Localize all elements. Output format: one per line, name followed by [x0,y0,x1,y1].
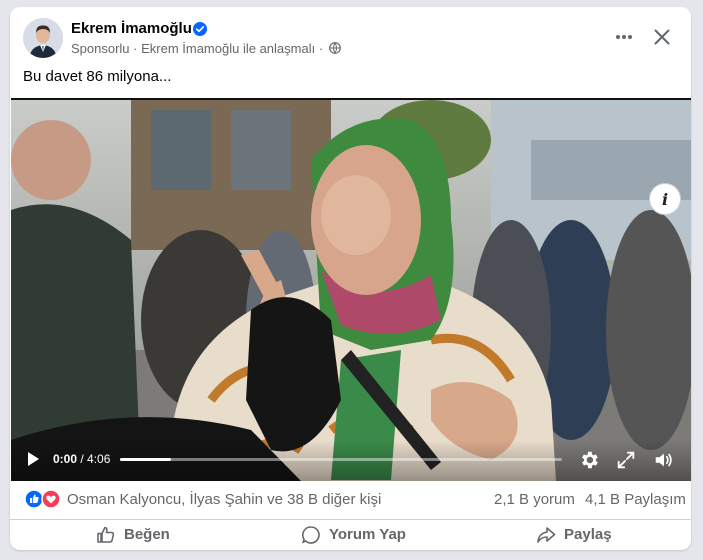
reaction-icons[interactable] [24,489,64,509]
play-icon[interactable] [24,450,42,468]
time-display: 0:00 / 4:06 [53,452,110,466]
like-label: Beğen [124,526,170,543]
share-label: Paylaş [564,526,612,543]
post-text: Bu davet 86 milyona... [23,68,172,85]
thumbs-up-icon [97,526,115,543]
info-button[interactable]: i [649,183,681,215]
love-reaction-icon [41,489,61,509]
globe-icon [328,42,341,54]
share-icon [537,526,556,543]
progress-fill [120,458,171,461]
more-options-button[interactable] [610,25,638,49]
shares-count[interactable]: 4,1 B Paylaşım [585,491,686,508]
sponsor-text: Sponsorlu · Ekrem İmamoğlu ile anlaşmalı… [71,41,324,56]
close-button[interactable] [648,23,676,51]
comments-count[interactable]: 2,1 B yorum [494,491,575,508]
video-player[interactable]: i 0:00 / 4:06 [11,98,691,481]
video-frame [11,100,691,481]
post-meta: Sponsorlu · Ekrem İmamoğlu ile anlaşmalı… [71,41,341,56]
avatar-image [23,18,63,58]
video-controls: 0:00 / 4:06 [11,440,691,481]
volume-icon[interactable] [653,449,675,471]
fullscreen-icon[interactable] [615,449,637,471]
reactions-bar: Osman Kalyoncu, İlyas Şahin ve 38 B diğe… [10,479,691,520]
progress-bar[interactable] [120,458,562,461]
gear-icon[interactable] [578,449,600,471]
comment-button[interactable]: Yorum Yap [301,519,406,550]
post-card: Ekrem İmamoğlu Sponsorlu · Ekrem İmamoğl… [10,7,691,550]
comment-label: Yorum Yap [329,526,406,543]
close-icon [654,29,670,45]
comment-icon [302,525,320,544]
verified-badge-icon [193,22,207,36]
post-actions: Beğen Yorum Yap Paylaş [10,519,691,550]
like-reaction-icon [24,489,44,509]
current-time: 0:00 [53,452,78,466]
time-separator: / [77,452,88,466]
like-button[interactable]: Beğen [96,519,170,550]
duration: 4:06 [87,452,111,466]
reactors-text[interactable]: Osman Kalyoncu, İlyas Şahin ve 38 B diğe… [67,491,381,508]
author-name[interactable]: Ekrem İmamoğlu [71,20,192,37]
share-button[interactable]: Paylaş [536,519,612,550]
author-avatar[interactable] [23,18,63,58]
more-dots-icon [616,35,632,39]
post-header: Ekrem İmamoğlu Sponsorlu · Ekrem İmamoğl… [10,7,691,69]
